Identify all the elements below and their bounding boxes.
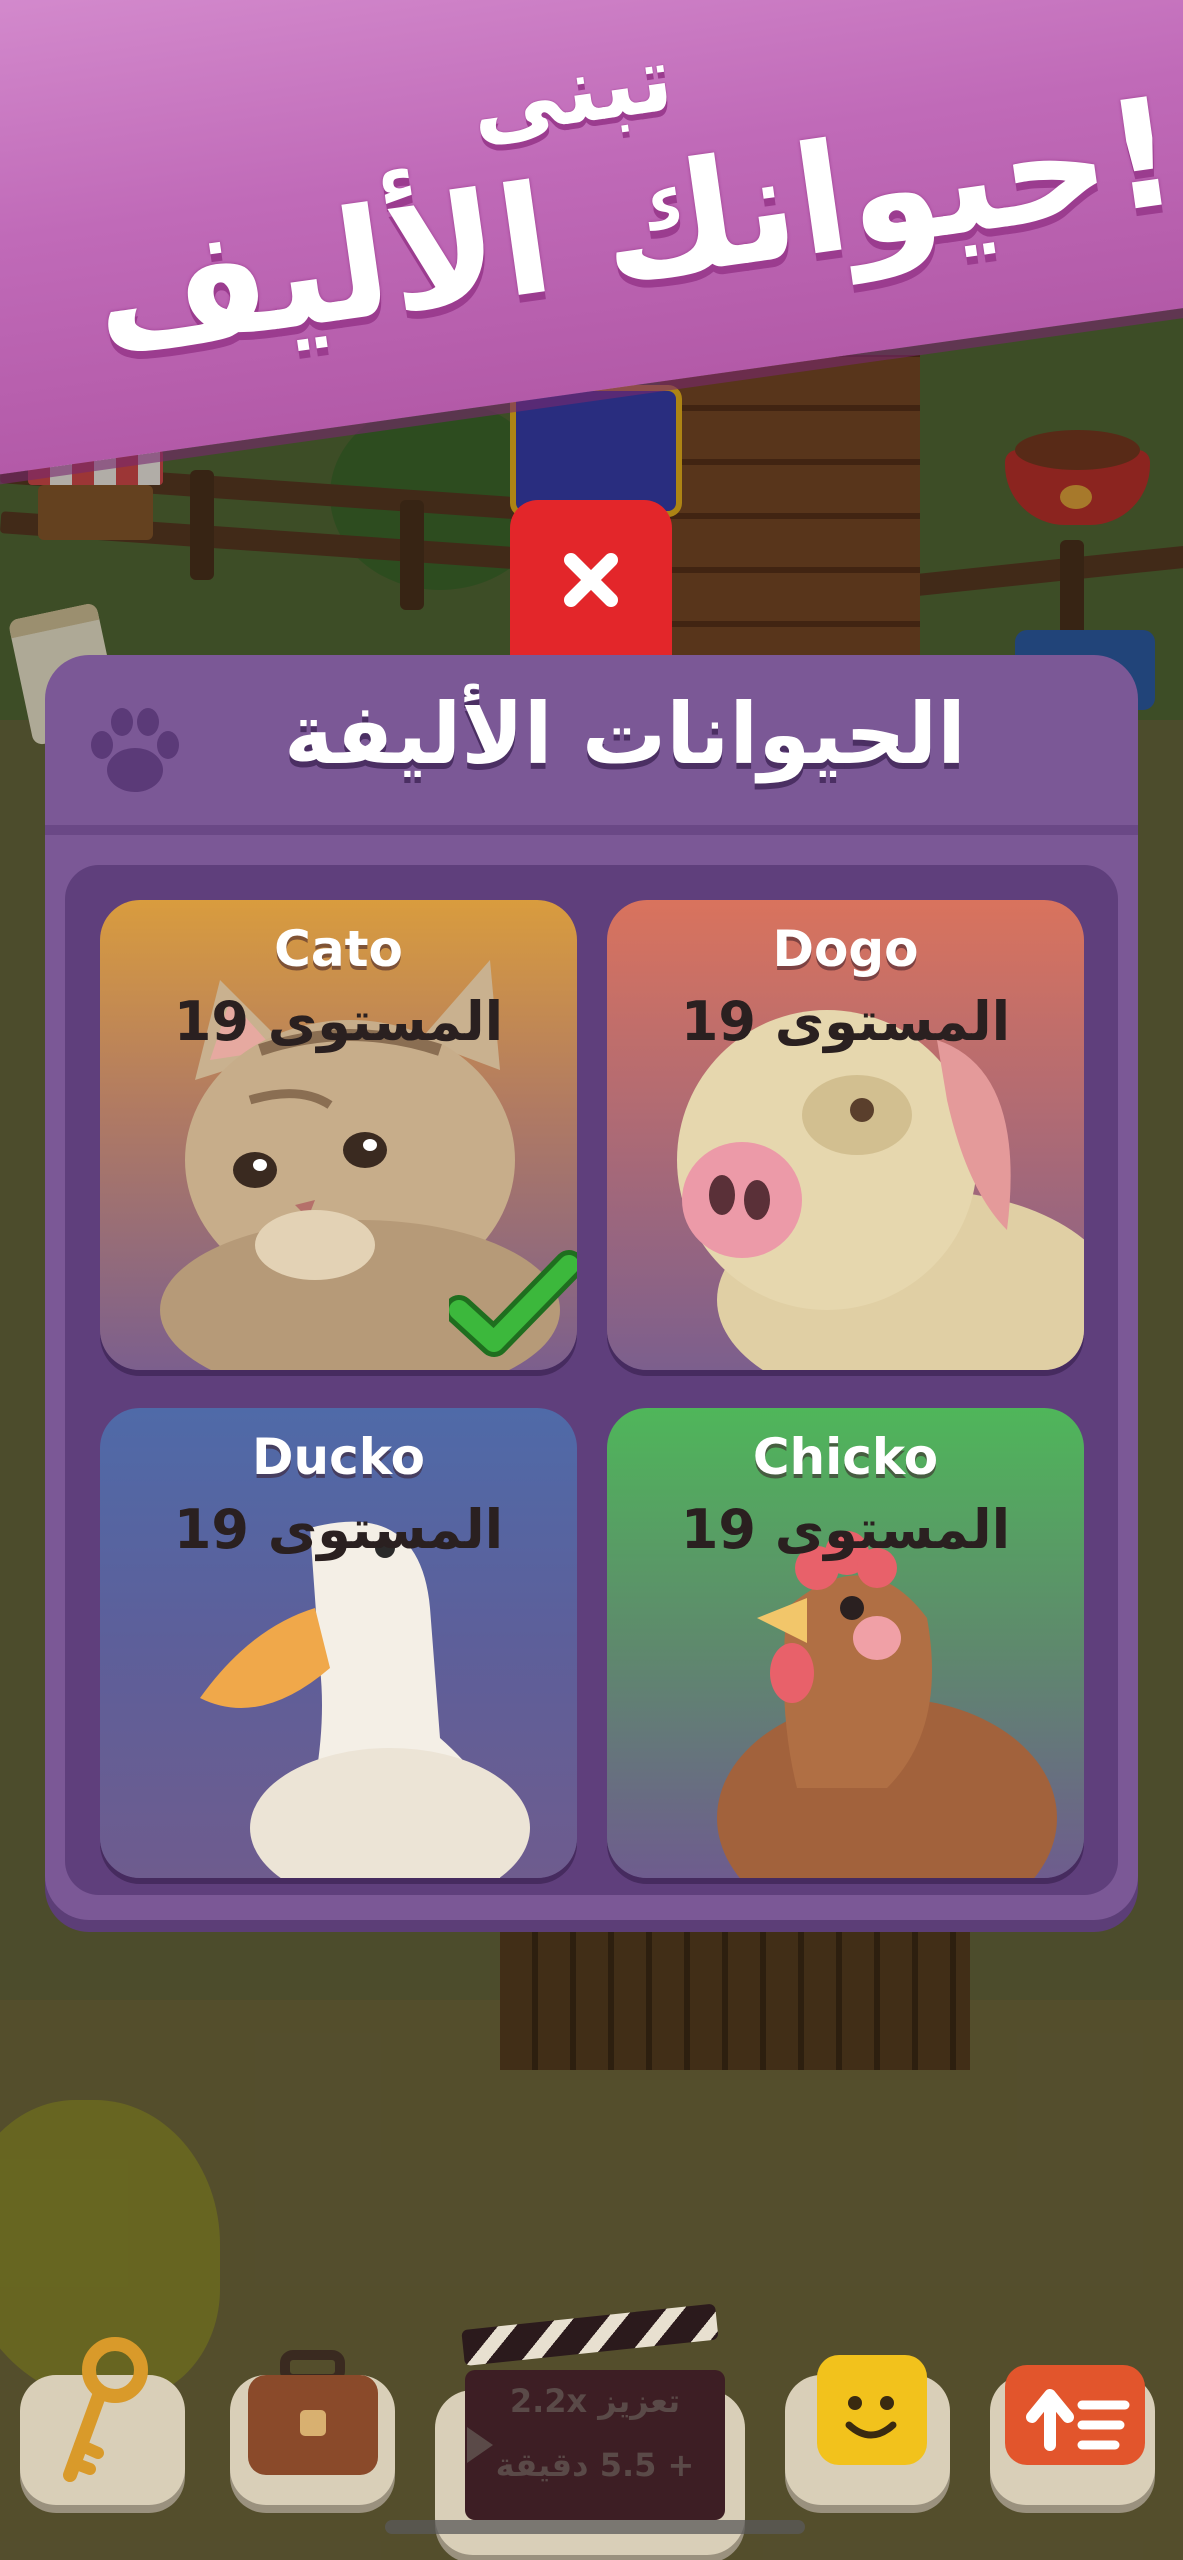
pet-level: المستوى 19 [680,1498,1011,1561]
close-button[interactable] [510,500,672,670]
pets-panel: الحيوانات الأليفة Cato المستوى 19 Dogo ا… [45,655,1138,1920]
boost-duration: + 5.5 دقيقة [495,2446,695,2484]
emoji-cube-icon [817,2355,927,2465]
pet-level: المستوى 19 [173,1498,504,1561]
panel-title: الحيوانات الأليفة [284,685,966,783]
upgrade-button[interactable] [990,2365,1155,2505]
pet-name: Chicko [752,1428,939,1486]
pet-name: Cato [274,920,403,978]
pet-level: المستوى 19 [680,990,1011,1053]
pet-name: Ducko [252,1428,425,1486]
panel-divider [45,825,1138,835]
key-button[interactable] [20,2337,185,2505]
emoji-button[interactable] [785,2355,950,2505]
paw-icon [91,708,179,792]
briefcase-icon [248,2350,378,2475]
close-icon [564,553,618,607]
pet-card-ducko[interactable]: Ducko المستوى 19 [100,1408,577,1878]
checkmark-icon [449,1250,577,1357]
pet-level: المستوى 19 [173,990,504,1053]
briefcase-button[interactable] [230,2350,395,2505]
pet-card-cato[interactable]: Cato المستوى 19 [100,900,577,1370]
home-indicator[interactable] [385,2520,805,2534]
clapperboard-body: تعزيز 2.2x + 5.5 دقيقة [465,2370,725,2520]
pet-card-chicko[interactable]: Chicko المستوى 19 [607,1408,1084,1878]
ad-boost-clapper[interactable]: تعزيز 2.2x + 5.5 دقيقة [461,2303,725,2520]
panel-header: الحيوانات الأليفة [45,655,1138,830]
pet-card-dogo[interactable]: Dogo المستوى 19 [607,900,1084,1370]
promo-banner-text: تبنى حيوانك الأليف! [0,0,1183,420]
upgrade-sign-icon [1005,2365,1145,2465]
pet-name: Dogo [772,920,919,978]
boost-multiplier: تعزيز 2.2x [509,2382,681,2420]
key-icon [63,2337,148,2482]
